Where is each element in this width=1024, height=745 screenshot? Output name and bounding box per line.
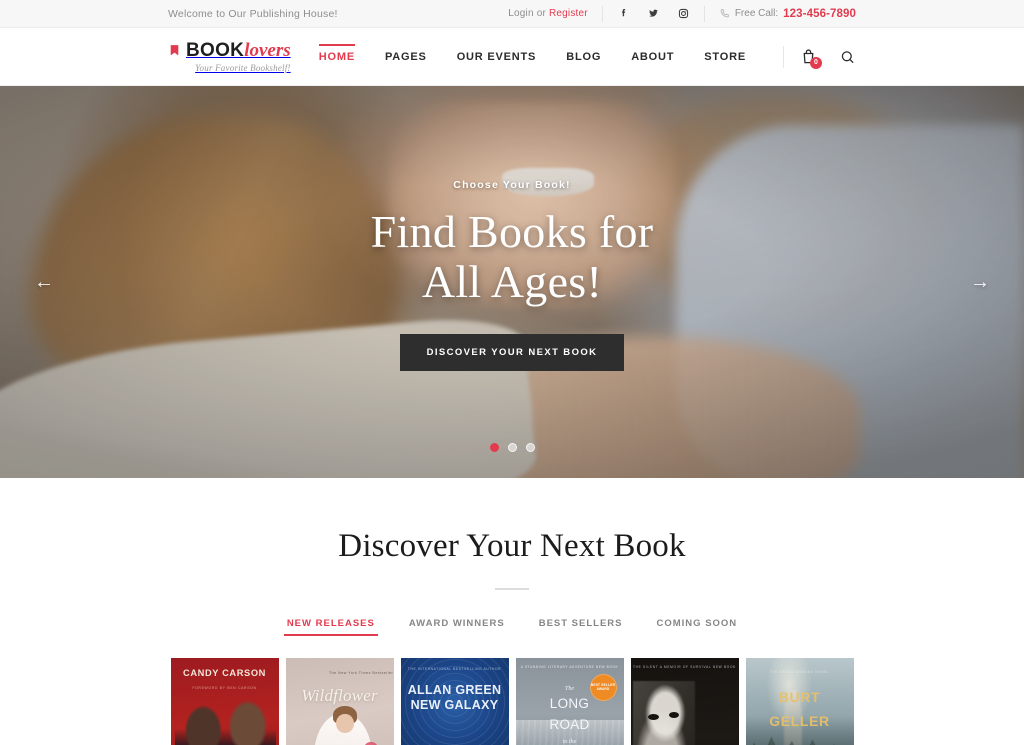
cover-subtitle: FOREWORD BY BEN CARSON bbox=[192, 686, 257, 691]
search-button[interactable] bbox=[839, 48, 856, 66]
tab-award-winners[interactable]: AWARD WINNERS bbox=[392, 618, 522, 636]
logo-tagline: Your Favorite Bookshelf! bbox=[195, 62, 291, 73]
nav-link-store[interactable]: STORE bbox=[689, 51, 761, 63]
main-navigation: HOME PAGES OUR EVENTS BLOG ABOUT STORE 0 bbox=[304, 28, 856, 86]
tab-new-releases[interactable]: NEW RELEASES bbox=[270, 618, 392, 636]
twitter-icon[interactable] bbox=[647, 7, 660, 20]
phone-number[interactable]: 123-456-7890 bbox=[783, 8, 856, 20]
nav-item-pages[interactable]: PAGES bbox=[370, 28, 442, 86]
hero-title-line-1: Find Books for bbox=[370, 205, 654, 257]
book-cover-image: THE INTERNATIONAL BESTSELLING AUTHOR ALL… bbox=[400, 657, 509, 745]
cover-author: CANDY CARSON bbox=[183, 667, 266, 678]
free-call-group: Free Call: 123-456-7890 bbox=[719, 8, 856, 20]
book-cover-image: The New York Times Bestseller Wildflower… bbox=[285, 657, 394, 745]
book-cover-image: A STUNNING LITERARY ADVENTURE NEW BOOK T… bbox=[515, 657, 624, 745]
facebook-icon[interactable] bbox=[617, 7, 630, 20]
login-link[interactable]: Login bbox=[508, 8, 533, 19]
logo-title: BOOKlovers bbox=[186, 41, 291, 60]
nav-link-about[interactable]: ABOUT bbox=[616, 51, 689, 63]
account-links: Login or Register bbox=[508, 8, 588, 19]
hero-slider: Choose Your Book! Find Books for All Age… bbox=[0, 86, 1024, 478]
cover-title: ALLAN GREEN NEW GALAXY bbox=[407, 682, 502, 713]
logo-book-word: BOOK bbox=[186, 39, 245, 61]
tab-coming-soon[interactable]: COMING SOON bbox=[640, 618, 755, 636]
discover-next-book-button[interactable]: DISCOVER YOUR NEXT BOOK bbox=[399, 334, 625, 372]
cover-kicker: THE INTERNATIONAL BESTSELLING AUTHOR bbox=[407, 666, 502, 671]
book-cover-image: THE SILENT A MEMOIR OF SURVIVAL NEW BOOK… bbox=[630, 657, 739, 745]
cover-kicker: THE SILENT A MEMOIR OF SURVIVAL NEW BOOK bbox=[633, 665, 736, 670]
cover-kicker: A STUNNING LITERARY ADVENTURE NEW BOOK bbox=[520, 665, 619, 670]
cover-kicker: THE AWARD WINNING NOVEL bbox=[769, 669, 830, 674]
discover-section: Discover Your Next Book NEW RELEASES AWA… bbox=[0, 478, 1024, 745]
slider-prev-arrow-icon[interactable]: ← bbox=[34, 272, 54, 292]
phone-icon bbox=[719, 8, 730, 19]
title-divider bbox=[495, 588, 529, 590]
nav-item-home[interactable]: HOME bbox=[304, 28, 370, 86]
book-cover-image: CANDY CARSON FOREWORD BY BEN CARSON A Do… bbox=[170, 657, 279, 745]
bookmark-icon bbox=[168, 43, 181, 61]
site-logo[interactable]: BOOKlovers Your Favorite Bookshelf! bbox=[168, 41, 291, 73]
or-label: or bbox=[536, 8, 546, 19]
cart-badge: 0 bbox=[810, 56, 822, 69]
hero-title-line-2: All Ages! bbox=[421, 255, 603, 307]
logo-text: BOOKlovers Your Favorite Bookshelf! bbox=[186, 41, 291, 73]
hero-content: Choose Your Book! Find Books for All Age… bbox=[0, 86, 1024, 478]
free-call-label: Free Call: bbox=[734, 8, 779, 19]
slider-next-arrow-icon[interactable]: → bbox=[970, 272, 990, 292]
book-card[interactable]: THE SILENT A MEMOIR OF SURVIVAL NEW BOOK… bbox=[630, 657, 739, 745]
book-card[interactable]: A STUNNING LITERARY ADVENTURE NEW BOOK T… bbox=[515, 657, 624, 745]
nav-link-home[interactable]: HOME bbox=[304, 51, 370, 63]
nav-item-store[interactable]: STORE bbox=[689, 28, 761, 86]
logo-lovers-word: lovers bbox=[244, 39, 291, 61]
book-category-tabs: NEW RELEASES AWARD WINNERS BEST SELLERS … bbox=[0, 618, 1024, 636]
instagram-icon[interactable] bbox=[677, 7, 690, 20]
welcome-message: Welcome to Our Publishing House! bbox=[168, 7, 338, 20]
section-title: Discover Your Next Book bbox=[338, 528, 686, 564]
cover-title-line-1: BURT bbox=[778, 689, 821, 706]
nav-item-about[interactable]: ABOUT bbox=[616, 28, 689, 86]
slider-dot-1[interactable] bbox=[489, 443, 499, 452]
site-header: BOOKlovers Your Favorite Bookshelf! HOME… bbox=[0, 28, 1024, 86]
register-link[interactable]: Register bbox=[549, 8, 588, 19]
hero-subtitle: Choose Your Book! bbox=[453, 178, 571, 191]
cover-title-line-2: GELLER bbox=[769, 712, 830, 729]
divider bbox=[601, 5, 603, 22]
cover-title-line-2: by bbox=[334, 730, 345, 743]
book-card[interactable]: THE INTERNATIONAL BESTSELLING AUTHOR ALL… bbox=[400, 657, 509, 745]
header-icons: 0 bbox=[800, 48, 856, 69]
cover-title-word-3: ROAD bbox=[549, 716, 590, 732]
slider-dot-3[interactable] bbox=[525, 443, 535, 452]
top-bar: Welcome to Our Publishing House! Login o… bbox=[0, 0, 1024, 28]
best-seller-badge: BEST SELLER AWARD bbox=[589, 673, 617, 701]
nav-link-blog[interactable]: BLOG bbox=[551, 51, 616, 63]
book-card[interactable]: CANDY CARSON FOREWORD BY BEN CARSON A Do… bbox=[170, 657, 279, 745]
cover-title-line-1: Wildflower bbox=[301, 685, 378, 705]
nav-link-pages[interactable]: PAGES bbox=[370, 51, 442, 63]
top-bar-right: Login or Register Free Call: 123-456-789… bbox=[508, 5, 856, 22]
book-cover-image: THE AWARD WINNING NOVEL BURT GELLER IT'S… bbox=[745, 657, 854, 745]
cover-title-word-4: to the bbox=[562, 738, 577, 745]
book-card[interactable]: The New York Times Bestseller Wildflower… bbox=[285, 657, 394, 745]
nav-list: HOME PAGES OUR EVENTS BLOG ABOUT STORE bbox=[304, 28, 761, 86]
cover-author: The New York Times Bestseller bbox=[328, 670, 394, 675]
divider bbox=[783, 45, 784, 68]
cart-button[interactable]: 0 bbox=[800, 48, 822, 69]
nav-link-our-events[interactable]: OUR EVENTS bbox=[442, 51, 552, 63]
book-grid: CANDY CARSON FOREWORD BY BEN CARSON A Do… bbox=[0, 657, 1024, 745]
hero-title: Find Books for All Ages! bbox=[371, 207, 654, 306]
social-links bbox=[617, 7, 690, 20]
slider-dots bbox=[0, 443, 1024, 452]
book-card[interactable]: THE AWARD WINNING NOVEL BURT GELLER IT'S… bbox=[745, 657, 854, 745]
tab-best-sellers[interactable]: BEST SELLERS bbox=[522, 618, 640, 636]
nav-item-blog[interactable]: BLOG bbox=[551, 28, 616, 86]
slider-dot-2[interactable] bbox=[507, 443, 517, 452]
divider bbox=[703, 5, 705, 22]
nav-item-our-events[interactable]: OUR EVENTS bbox=[442, 28, 552, 86]
